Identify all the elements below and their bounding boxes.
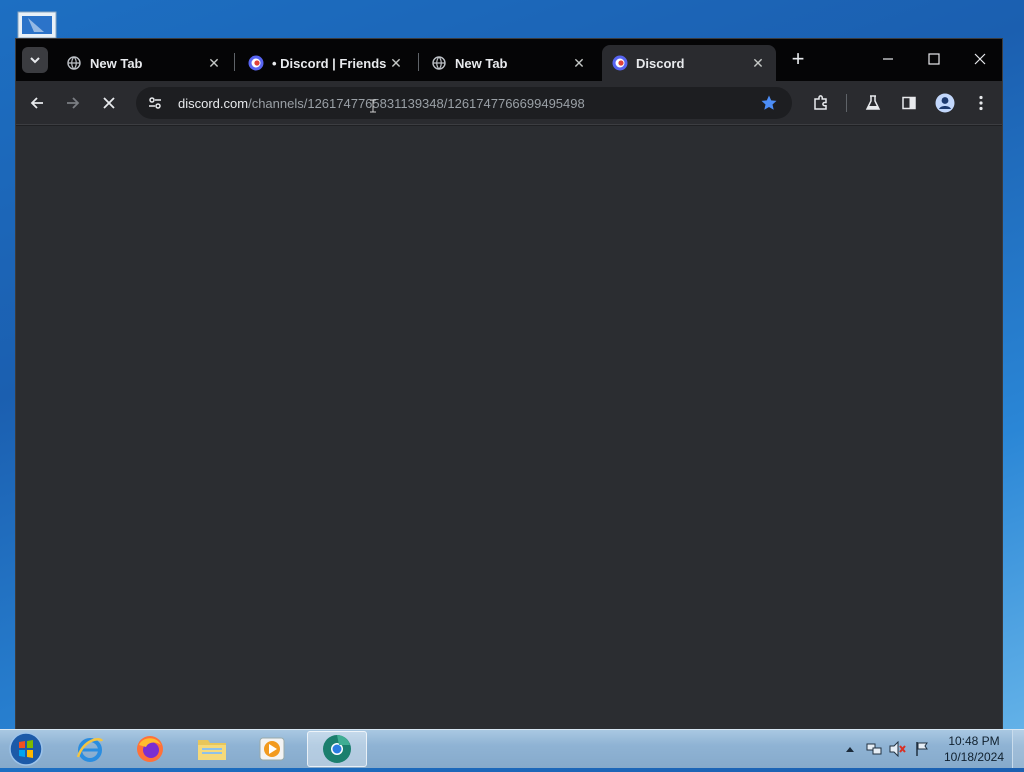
windows-logo-icon bbox=[9, 732, 43, 766]
page-content bbox=[16, 126, 1002, 729]
clock-time: 10:48 PM bbox=[948, 734, 1000, 748]
close-window-button[interactable] bbox=[960, 46, 1000, 72]
close-icon[interactable]: ✕ bbox=[206, 55, 222, 71]
tab-title: New Tab bbox=[455, 55, 508, 71]
toolbar-divider bbox=[846, 94, 847, 112]
close-icon[interactable]: ✕ bbox=[388, 55, 404, 71]
text-cursor-icon bbox=[370, 99, 376, 113]
taskbar: 10:48 PM 10/18/2024 bbox=[0, 729, 1024, 768]
show-desktop-button[interactable] bbox=[1012, 730, 1024, 768]
forward-button[interactable] bbox=[60, 90, 86, 116]
minimize-icon bbox=[883, 58, 893, 60]
menu-button[interactable] bbox=[968, 90, 994, 116]
close-icon bbox=[103, 97, 115, 109]
network-icon[interactable] bbox=[864, 730, 884, 768]
start-button[interactable] bbox=[6, 731, 46, 767]
chevron-up-icon bbox=[846, 747, 854, 752]
labs-button[interactable] bbox=[860, 90, 886, 116]
computer-desktop-icon[interactable] bbox=[14, 8, 60, 42]
tab-new-tab-2[interactable]: New Tab ✕ bbox=[421, 45, 597, 81]
tab-search-button[interactable] bbox=[22, 47, 48, 73]
side-panel-icon bbox=[902, 96, 916, 110]
volume-muted-icon[interactable] bbox=[888, 730, 908, 768]
tab-divider bbox=[234, 53, 235, 71]
tab-new-tab-1[interactable]: New Tab ✕ bbox=[56, 45, 232, 81]
side-panel-button[interactable] bbox=[896, 90, 922, 116]
tab-strip: New Tab ✕ • Discord | Friends ✕ New Tab … bbox=[16, 39, 1002, 81]
system-clock[interactable]: 10:48 PM 10/18/2024 bbox=[936, 733, 1012, 765]
globe-icon bbox=[66, 55, 82, 71]
browser-window: New Tab ✕ • Discord | Friends ✕ New Tab … bbox=[15, 38, 1003, 730]
close-icon bbox=[974, 53, 986, 65]
tab-discord-active[interactable]: Discord ✕ bbox=[602, 45, 776, 81]
puzzle-icon bbox=[814, 95, 827, 110]
discord-icon bbox=[248, 55, 264, 71]
address-bar[interactable]: discord.com/channels/1261747765831139348… bbox=[136, 87, 792, 119]
back-button[interactable] bbox=[24, 90, 50, 116]
profile-button[interactable] bbox=[932, 90, 958, 116]
arrow-right-icon bbox=[67, 97, 80, 109]
bookmark-star-icon[interactable] bbox=[760, 94, 778, 112]
stop-loading-button[interactable] bbox=[96, 90, 122, 116]
tab-title: • Discord | Friends bbox=[272, 55, 387, 71]
globe-icon bbox=[431, 55, 447, 71]
profile-avatar-icon bbox=[935, 93, 955, 113]
tab-discord-friends[interactable]: • Discord | Friends ✕ bbox=[238, 45, 414, 81]
maximize-icon bbox=[928, 53, 940, 65]
media-player-icon[interactable] bbox=[246, 731, 298, 767]
tab-title: Discord bbox=[636, 55, 685, 71]
chevron-down-icon bbox=[30, 57, 40, 64]
url-text[interactable]: discord.com/channels/1261747765831139348… bbox=[178, 96, 585, 111]
close-icon[interactable]: ✕ bbox=[750, 55, 766, 71]
tab-title: New Tab bbox=[90, 55, 143, 71]
clock-date: 10/18/2024 bbox=[943, 750, 1005, 764]
internet-explorer-icon[interactable] bbox=[64, 731, 116, 767]
close-icon[interactable]: ✕ bbox=[571, 55, 587, 71]
tab-divider bbox=[418, 53, 419, 71]
flask-icon bbox=[865, 95, 881, 110]
discord-icon bbox=[612, 55, 628, 71]
url-path: /channels/1261747765831139348/1261747766… bbox=[248, 95, 585, 111]
arrow-left-icon bbox=[30, 97, 43, 109]
extensions-button[interactable] bbox=[808, 90, 834, 116]
browser-toolbar: discord.com/channels/1261747765831139348… bbox=[16, 81, 1002, 125]
maximize-button[interactable] bbox=[914, 46, 954, 72]
new-tab-button[interactable]: + bbox=[786, 48, 810, 72]
file-explorer-icon[interactable] bbox=[186, 731, 238, 767]
show-hidden-icons-button[interactable] bbox=[844, 730, 856, 768]
site-settings-icon[interactable] bbox=[144, 92, 166, 114]
firefox-icon[interactable] bbox=[124, 731, 176, 767]
minimize-button[interactable] bbox=[868, 46, 908, 72]
url-host: discord.com bbox=[178, 95, 249, 111]
kebab-menu-icon bbox=[979, 95, 983, 111]
chrome-dev-icon[interactable] bbox=[307, 731, 367, 767]
action-center-flag-icon[interactable] bbox=[912, 730, 932, 768]
